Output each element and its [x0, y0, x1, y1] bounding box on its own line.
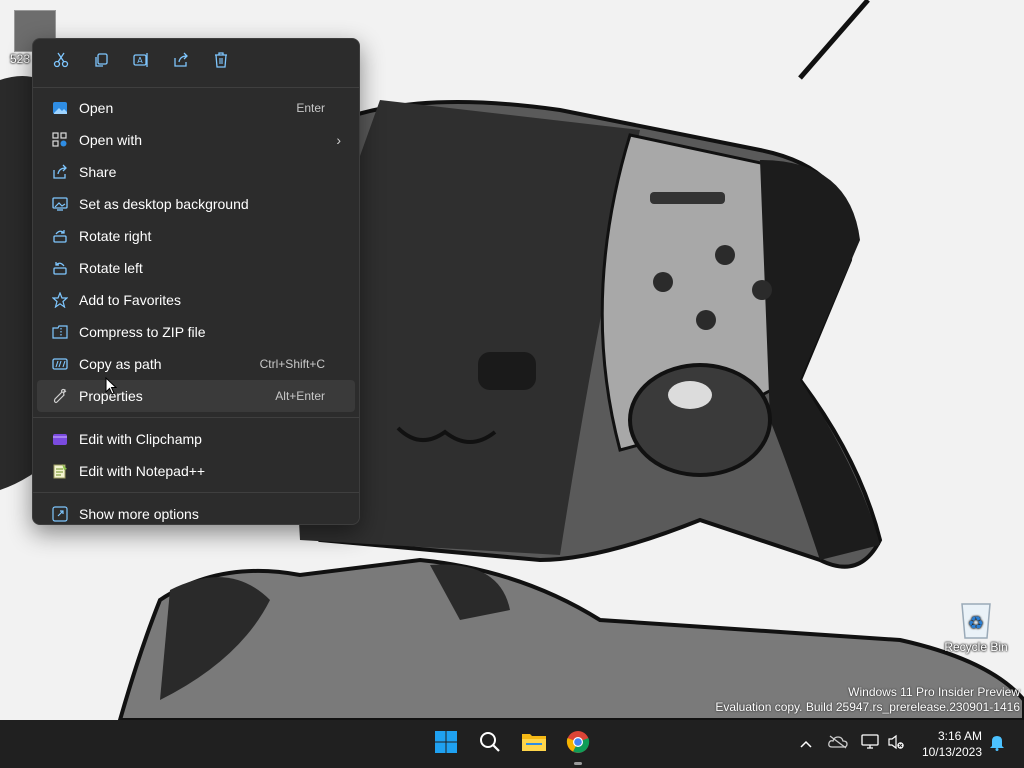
rotate-left-icon: [51, 259, 69, 277]
menu-item-label: Open: [79, 100, 114, 116]
chevron-up-icon: [800, 735, 812, 753]
delete-button[interactable]: [205, 49, 237, 75]
zip-icon: [51, 323, 69, 341]
menu-item-share[interactable]: Share: [37, 156, 355, 188]
bell-icon: [989, 733, 1005, 756]
recycle-bin-icon: ♻: [958, 598, 994, 640]
menu-item-properties[interactable]: Properties Alt+Enter: [37, 380, 355, 412]
network-tray-button[interactable]: [858, 720, 882, 768]
chrome-button[interactable]: [560, 728, 596, 765]
share-icon: [51, 163, 69, 181]
menu-item-shortcut: Enter: [296, 101, 325, 115]
search-button[interactable]: [472, 728, 508, 760]
menu-item-open[interactable]: Open Enter: [37, 92, 355, 124]
menu-item-rotate-right[interactable]: Rotate right: [37, 220, 355, 252]
menu-item-edit-notepadpp[interactable]: Edit with Notepad++: [37, 455, 355, 487]
recycle-bin-shortcut[interactable]: ♻ Recycle Bin: [940, 598, 1012, 654]
menu-item-open-with[interactable]: Open with ›: [37, 124, 355, 156]
menu-item-edit-clipchamp[interactable]: Edit with Clipchamp: [37, 423, 355, 455]
clipchamp-icon: [51, 430, 69, 448]
onedrive-tray-button[interactable]: [826, 720, 850, 768]
desktop-background-icon: [51, 195, 69, 213]
copy-icon: [93, 52, 109, 73]
system-clock[interactable]: 3:16 AM 10/13/2023: [922, 728, 982, 760]
menu-item-shortcut: Ctrl+Shift+C: [259, 357, 325, 371]
search-icon: [478, 730, 502, 759]
volume-tray-button[interactable]: [884, 720, 908, 768]
chevron-right-icon: ›: [336, 132, 341, 148]
rename-button[interactable]: A: [125, 49, 157, 75]
menu-item-label: Edit with Clipchamp: [79, 431, 202, 447]
photos-icon: [51, 99, 69, 117]
start-button[interactable]: [428, 728, 464, 760]
chrome-icon: [566, 730, 590, 759]
notepadpp-icon: [51, 462, 69, 480]
taskbar: 3:16 AM 10/13/2023: [0, 720, 1024, 768]
share-quick-button[interactable]: [165, 49, 197, 75]
menu-item-label: Copy as path: [79, 356, 162, 372]
clock-time: 3:16 AM: [937, 729, 982, 743]
menu-separator: [33, 417, 359, 418]
wrench-icon: [51, 387, 69, 405]
rename-icon: A: [133, 52, 149, 73]
context-menu-quick-actions: A: [33, 39, 359, 83]
menu-item-label: Open with: [79, 132, 143, 148]
onedrive-offline-icon: [828, 734, 848, 754]
mouse-cursor-icon: [105, 376, 118, 400]
menu-separator: [33, 492, 359, 493]
recycle-bin-label: Recycle Bin: [944, 640, 1008, 654]
menu-item-label: Show more options: [79, 506, 199, 522]
menu-item-label: Set as desktop background: [79, 196, 249, 212]
more-options-icon: [51, 505, 69, 523]
menu-item-label: Edit with Notepad++: [79, 463, 206, 479]
menu-separator: [33, 87, 359, 88]
star-icon: [51, 291, 69, 309]
menu-item-rotate-left[interactable]: Rotate left: [37, 252, 355, 284]
copy-button[interactable]: [85, 49, 117, 75]
open-with-icon: [51, 131, 69, 149]
cut-icon: [53, 52, 69, 73]
network-icon: [861, 733, 879, 755]
volume-muted-icon: [887, 734, 905, 755]
delete-icon: [213, 51, 229, 73]
windows-logo-icon: [434, 730, 458, 759]
menu-item-shortcut: Alt+Enter: [275, 389, 325, 403]
share-icon: [173, 52, 189, 73]
running-app-indicator: [574, 762, 582, 765]
menu-item-copy-as-path[interactable]: Copy as path Ctrl+Shift+C: [37, 348, 355, 380]
menu-item-compress-zip[interactable]: Compress to ZIP file: [37, 316, 355, 348]
watermark-build: Evaluation copy. Build 25947.rs_prerelea…: [715, 700, 1020, 714]
cut-button[interactable]: [45, 49, 77, 75]
svg-text:A: A: [137, 56, 143, 65]
menu-item-show-more-options[interactable]: Show more options: [37, 498, 355, 530]
menu-item-label: Add to Favorites: [79, 292, 181, 308]
copy-path-icon: [51, 355, 69, 373]
menu-item-set-desktop-background[interactable]: Set as desktop background: [37, 188, 355, 220]
menu-item-label: Share: [79, 164, 117, 180]
show-hidden-icons-button[interactable]: [796, 720, 816, 768]
clock-date: 10/13/2023: [921, 745, 982, 759]
notifications-button[interactable]: [986, 720, 1008, 768]
os-watermark: Windows 11 Pro Insider Preview Evaluatio…: [715, 685, 1020, 715]
folder-icon: [521, 731, 547, 758]
svg-text:♻: ♻: [968, 613, 984, 634]
menu-item-label: Rotate right: [79, 228, 152, 244]
rotate-right-icon: [51, 227, 69, 245]
file-explorer-button[interactable]: [516, 728, 552, 760]
menu-item-label: Rotate left: [79, 260, 143, 276]
menu-item-add-to-favorites[interactable]: Add to Favorites: [37, 284, 355, 316]
menu-item-label: Compress to ZIP file: [79, 324, 206, 340]
context-menu: A Open Enter Open with › Share Set as de…: [32, 38, 360, 525]
watermark-edition: Windows 11 Pro Insider Preview: [848, 685, 1020, 699]
